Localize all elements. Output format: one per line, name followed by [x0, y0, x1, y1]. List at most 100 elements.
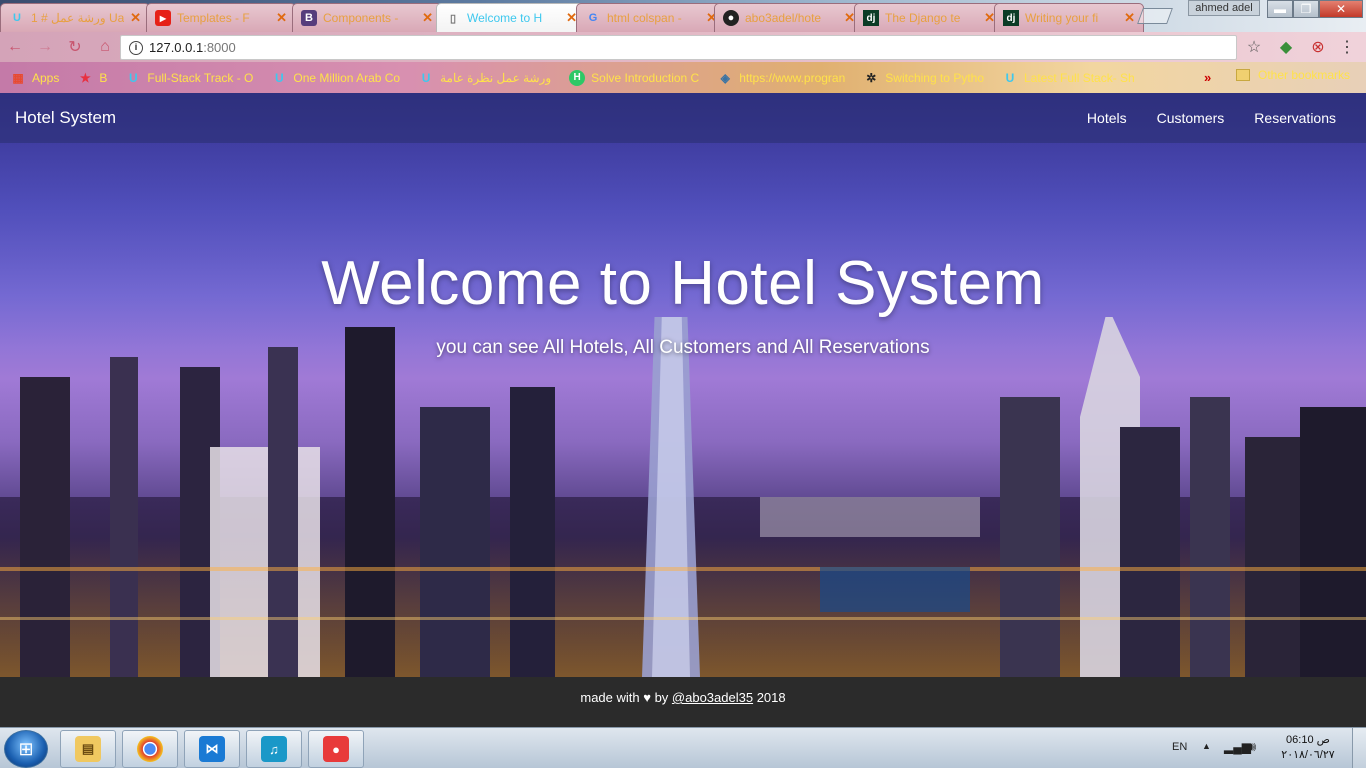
nav-links: Hotels Customers Reservations	[1087, 110, 1351, 126]
star-icon: ★	[79, 70, 91, 85]
vscode-icon: ⋈	[199, 736, 225, 762]
browser-tab[interactable]: U ورشة عمل # 1 Ua ✕	[0, 3, 150, 32]
bookmark-star-icon[interactable]: ☆	[1243, 36, 1265, 58]
bookmark-label: Full-Stack Track - O	[147, 70, 254, 85]
hero-title: Welcome to Hotel System	[321, 249, 1045, 318]
nav-customers-link[interactable]: Customers	[1157, 110, 1225, 126]
footer-author-link[interactable]: @abo3adel35	[672, 690, 753, 705]
python-icon: ◈	[720, 70, 730, 85]
taskbar-app[interactable]: ▤	[60, 730, 116, 768]
taskbar-app[interactable]: ♫	[246, 730, 302, 768]
extension-block-icon[interactable]: ⊗	[1307, 36, 1329, 58]
menu-icon[interactable]: ⋮	[1336, 36, 1358, 58]
tray-expand-icon[interactable]: ▲	[1202, 741, 1211, 751]
volume-icon[interactable]: 🔊︎	[1248, 739, 1256, 755]
tab-title: html colspan -	[607, 11, 682, 25]
tab-title: The Django te	[885, 11, 961, 25]
language-indicator[interactable]: EN	[1172, 741, 1187, 753]
address-bar[interactable]: i 127.0.0.1:8000	[120, 35, 1237, 60]
apps-grid-icon: ▦	[12, 70, 24, 85]
bookmarks-overflow-button[interactable]: »	[1204, 70, 1211, 85]
bookmark-label: B	[99, 70, 108, 85]
site-brand[interactable]: Hotel System	[15, 108, 116, 128]
browser-tab-strip: U ورشة عمل # 1 Ua ✕ ▶ Templates - F ✕ B …	[0, 0, 1366, 32]
bookmark-label: Switching to Pytho	[885, 70, 984, 85]
bookmark-item[interactable]: U Latest Full Stack- Sh	[1002, 70, 1135, 86]
site-footer: made with ♥ by @abo3adel35 2018	[0, 677, 1366, 727]
folder-icon	[1236, 69, 1250, 81]
close-icon[interactable]: ✕	[130, 10, 141, 26]
reload-button[interactable]: ↻	[60, 32, 90, 62]
bookmark-item[interactable]: ◈ https://www.progran	[717, 70, 846, 86]
new-tab-button[interactable]	[1137, 8, 1173, 24]
system-clock[interactable]: 06:10 ص ٢٠١٨/٠٦/٢٧	[1278, 733, 1338, 763]
browser-tab[interactable]: ▶ Templates - F ✕	[146, 3, 296, 32]
close-icon[interactable]: ✕	[276, 10, 287, 26]
network-icon[interactable]: ▂▄▆	[1224, 740, 1251, 754]
browser-tab[interactable]: G html colspan - ✕	[576, 3, 726, 32]
nav-reservations-link[interactable]: Reservations	[1254, 110, 1336, 126]
bookmark-item[interactable]: ▦ Apps	[10, 70, 59, 86]
udacity-icon: U	[1005, 70, 1015, 85]
django-icon: dj	[1003, 10, 1019, 26]
tab-title: Writing your fi	[1025, 11, 1099, 25]
nav-hotels-link[interactable]: Hotels	[1087, 110, 1127, 126]
media-player-icon: ♫	[261, 736, 287, 762]
bookmark-label: https://www.progran	[739, 70, 846, 85]
browser-tab[interactable]: B Components - ✕	[292, 3, 442, 32]
youtube-icon: ▶	[155, 10, 171, 26]
forward-button[interactable]: →	[30, 32, 60, 62]
bookmark-label: Latest Full Stack- Sh	[1024, 70, 1135, 85]
other-bookmarks-label: Other bookmarks	[1258, 68, 1351, 82]
bookmark-item[interactable]: ★ B	[77, 70, 107, 86]
bookmark-item[interactable]: ✲ Switching to Pytho	[863, 70, 984, 86]
bookmark-item[interactable]: U ورشة عمل نظرة عامة	[418, 70, 551, 86]
footer-text: made with ♥ by	[580, 690, 669, 705]
profile-button[interactable]: ahmed adel	[1188, 0, 1260, 16]
tab-title: Components -	[323, 11, 399, 25]
other-bookmarks-button[interactable]: Other bookmarks	[1236, 68, 1350, 82]
url-host: 127.0.0.1	[149, 40, 204, 55]
hackerrank-icon: H	[569, 69, 586, 86]
arrow-left-icon: ←	[7, 38, 23, 55]
taskbar-app[interactable]: ⋈	[184, 730, 240, 768]
page-icon: ▯	[449, 12, 457, 25]
info-icon[interactable]: i	[129, 40, 143, 55]
close-icon[interactable]: ✕	[1124, 10, 1135, 26]
taskbar-app[interactable]	[122, 730, 178, 768]
extension-icon[interactable]: ◆	[1275, 36, 1297, 58]
file-explorer-icon: ▤	[75, 736, 101, 762]
browser-tab[interactable]: ● abo3adel/hote ✕	[714, 3, 864, 32]
back-button[interactable]: ←	[0, 32, 30, 62]
bookmark-label: One Million Arab Co	[293, 70, 401, 85]
udacity-icon: U	[421, 70, 431, 85]
footer-year: 2018	[756, 690, 786, 705]
show-desktop-button[interactable]	[1352, 728, 1366, 768]
tab-title: Welcome to H	[467, 11, 543, 25]
city-skyline-image	[0, 317, 1366, 677]
browser-tab-active[interactable]: ▯ Welcome to H ✕	[436, 3, 586, 32]
recorder-icon: ●	[323, 736, 349, 762]
window-close-button[interactable]: ✕	[1319, 0, 1363, 18]
udacity-icon: U	[13, 12, 21, 24]
tab-title: ورشة عمل # 1 Ua	[31, 11, 125, 25]
taskbar-app[interactable]: ●	[308, 730, 364, 768]
udacity-icon: U	[275, 70, 284, 85]
bookmark-item[interactable]: U One Million Arab Co	[271, 70, 400, 86]
windows-taskbar: ⊞ ▤ ⋈ ♫ ● EN ▲ ▂▄▆ 🔊︎ 06:10 ص ٢٠١٨/٠٦/٢٧	[0, 727, 1366, 768]
home-icon: ⌂	[100, 38, 110, 55]
bookmark-item[interactable]: H Solve Introduction C	[569, 69, 699, 86]
reload-icon: ↻	[68, 39, 82, 56]
close-icon[interactable]: ✕	[422, 10, 433, 26]
start-button[interactable]: ⊞	[4, 730, 48, 768]
bookmarks-bar: ▦ Apps ★ B U Full-Stack Track - O U One …	[0, 62, 1366, 93]
minimize-button[interactable]: ▬	[1267, 0, 1293, 18]
web-page: Hotel System Hotels Customers Reservatio…	[0, 93, 1366, 727]
bookmark-item[interactable]: U Full-Stack Track - O	[125, 70, 253, 86]
browser-tab[interactable]: dj The Django te ✕	[854, 3, 1004, 32]
clock-date: ٢٠١٨/٠٦/٢٧	[1281, 749, 1335, 761]
tab-title: Templates - F	[177, 11, 250, 25]
browser-tab[interactable]: dj Writing your fi ✕	[994, 3, 1144, 32]
home-button[interactable]: ⌂	[90, 32, 120, 62]
maximize-button[interactable]: ❐	[1293, 0, 1319, 18]
